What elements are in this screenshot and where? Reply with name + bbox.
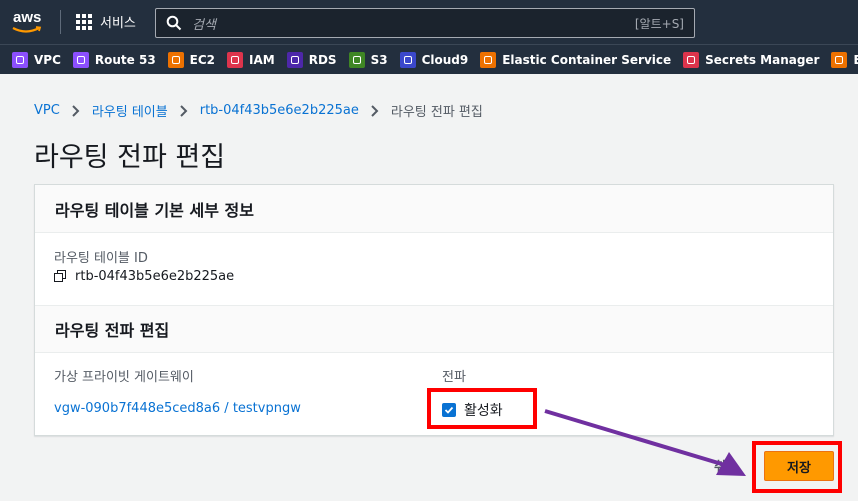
ec2-image-icon [831,51,848,68]
route53-icon [72,51,89,68]
favorite-secrets-manager[interactable]: Secrets Manager [683,51,820,68]
route-table-id-value: rtb-04f43b5e6e2b225ae [75,269,235,284]
breadcrumb-vpc[interactable]: VPC [34,103,60,118]
favorite-label: RDS [308,52,337,67]
s3-icon [348,51,365,68]
page-title: 라우팅 전파 편집 [34,142,226,173]
favorite-cloud9[interactable]: Cloud9 [399,51,469,68]
breadcrumb-route-table-id[interactable]: rtb-04f43b5e6e2b225ae [200,103,359,118]
favorite-label: EC2 Image [853,53,858,67]
aws-logo[interactable]: aws [12,8,46,36]
breadcrumb: VPC 라우팅 테이블 rtb-04f43b5e6e2b225ae 라우팅 전파… [34,101,483,120]
search-placeholder: 검색 [192,17,216,33]
top-navigation: aws 서비스 검색 [알트+S] [0,0,858,44]
favorite-ec2[interactable]: EC2 [167,51,216,68]
favorite-route53[interactable]: Route 53 [72,51,156,68]
favorite-vpc[interactable]: VPC [12,51,61,68]
favorite-label: VPC [34,52,61,67]
checkbox-highlight-box [427,388,537,429]
favorite-label: Secrets Manager [705,52,820,67]
favorite-label: IAM [249,52,275,67]
chevron-right-icon [72,104,80,117]
chevron-right-icon [371,104,379,117]
favorite-iam[interactable]: IAM [227,51,275,68]
favorite-label: Cloud9 [421,52,469,67]
breadcrumb-current: 라우팅 전파 편집 [390,105,483,120]
route-table-id-label: 라우팅 테이블 ID [54,251,148,266]
cloud9-icon [399,51,416,68]
services-grid-icon [76,13,92,30]
search-input[interactable]: 검색 [알트+S] [155,8,695,38]
favorite-s3[interactable]: S3 [348,51,388,68]
iam-icon [227,51,244,68]
services-label: 서비스 [100,16,136,31]
save-button[interactable]: 저장 [764,451,834,481]
search-icon [166,15,182,31]
aws-smile-icon [12,26,42,33]
propagation-section-header: 라우팅 전파 편집 [35,305,833,353]
secrets-manager-icon [683,51,700,68]
cancel-button[interactable]: 취소 [714,456,738,475]
favorites-bar: VPC Route 53 EC2 IAM RDS S3 Cloud9 Elastic Cont… [0,44,858,74]
details-section-header: 라우팅 테이블 기본 세부 정보 [35,185,833,233]
favorite-rds[interactable]: RDS [286,51,337,68]
propagation-column-label: 전파 [442,370,466,385]
search-shortcut: [알트+S] [634,17,684,31]
favorite-label: Route 53 [94,52,156,67]
services-menu-button[interactable]: 서비스 [76,12,136,31]
favorite-ec2-image[interactable]: EC2 Image [831,51,858,68]
aws-logo-text: aws [13,9,42,26]
nav-divider [60,10,61,34]
vpc-icon [12,51,28,68]
ecs-icon [480,51,497,68]
chevron-right-icon [180,104,188,117]
favorite-label: Elastic Container Service [502,52,672,67]
favorite-label: EC2 [189,52,216,67]
rds-icon [286,51,303,68]
favorite-label: S3 [370,52,388,67]
favorite-ecs[interactable]: Elastic Container Service [480,51,672,68]
vgw-link[interactable]: vgw-090b7f448e5ced8a6 / testvpngw [54,401,301,416]
copy-icon[interactable] [54,270,67,283]
route-table-id-value-row: rtb-04f43b5e6e2b225ae [54,269,234,284]
ec2-icon [167,51,184,68]
breadcrumb-route-tables[interactable]: 라우팅 테이블 [92,101,168,120]
vgw-column-label: 가상 프라이빗 게이트웨이 [54,370,194,385]
